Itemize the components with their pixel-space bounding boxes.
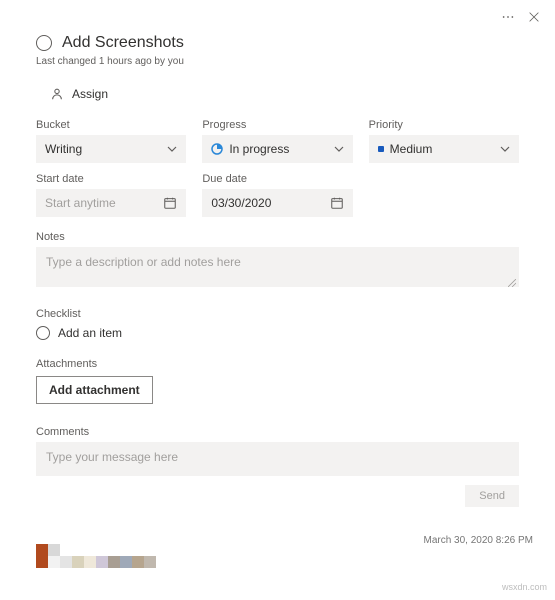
color-swatch [120, 556, 132, 568]
watermark-text: wsxdn.com [502, 582, 547, 592]
in-progress-icon [211, 143, 223, 155]
priority-medium-icon [378, 146, 384, 152]
task-title[interactable]: Add Screenshots [62, 34, 184, 52]
chevron-down-icon [334, 144, 344, 154]
calendar-icon[interactable] [330, 196, 344, 210]
footer-timestamp: March 30, 2020 8:26 PM [423, 535, 533, 546]
color-swatch [108, 556, 120, 568]
comments-label: Comments [36, 426, 519, 438]
close-icon[interactable] [527, 10, 541, 24]
color-swatch [48, 556, 60, 568]
color-swatch [48, 544, 60, 556]
color-swatch [132, 556, 144, 568]
color-swatch [96, 556, 108, 568]
person-icon [50, 87, 64, 101]
color-swatch [36, 544, 48, 556]
send-button[interactable]: Send [465, 485, 519, 507]
priority-value: Medium [390, 142, 433, 156]
priority-dropdown[interactable]: Medium [369, 135, 519, 163]
notes-label: Notes [36, 231, 519, 243]
assign-label: Assign [72, 87, 108, 101]
due-date-label: Due date [202, 173, 352, 185]
color-swatch [144, 556, 156, 568]
start-date-input[interactable] [45, 196, 163, 210]
start-date-input-wrap [36, 189, 186, 217]
due-date-input[interactable] [211, 196, 329, 210]
bucket-label: Bucket [36, 119, 186, 131]
due-date-input-wrap [202, 189, 352, 217]
add-attachment-button[interactable]: Add attachment [36, 376, 153, 404]
checklist-add-item-text: Add an item [58, 326, 122, 340]
attachments-label: Attachments [36, 358, 519, 370]
bucket-dropdown[interactable]: Writing [36, 135, 186, 163]
color-swatch [36, 556, 48, 568]
assign-button[interactable]: Assign [50, 87, 519, 101]
progress-label: Progress [202, 119, 352, 131]
more-icon[interactable] [501, 10, 515, 24]
start-date-label: Start date [36, 173, 186, 185]
bucket-value: Writing [45, 142, 82, 156]
comments-textarea[interactable] [36, 442, 519, 476]
color-swatch [84, 556, 96, 568]
chevron-down-icon [167, 144, 177, 154]
chevron-down-icon [500, 144, 510, 154]
calendar-icon[interactable] [163, 196, 177, 210]
color-swatch [72, 556, 84, 568]
progress-value: In progress [229, 142, 289, 156]
checklist-add-item[interactable]: Add an item [36, 326, 519, 340]
complete-task-checkbox[interactable] [36, 35, 52, 51]
priority-label: Priority [369, 119, 519, 131]
progress-dropdown[interactable]: In progress [202, 135, 352, 163]
notes-textarea[interactable] [36, 247, 519, 287]
color-swatch [60, 556, 72, 568]
checklist-label: Checklist [36, 308, 519, 320]
checklist-item-circle [36, 326, 50, 340]
color-palette [36, 544, 156, 568]
last-changed-text: Last changed 1 hours ago by you [36, 56, 519, 67]
